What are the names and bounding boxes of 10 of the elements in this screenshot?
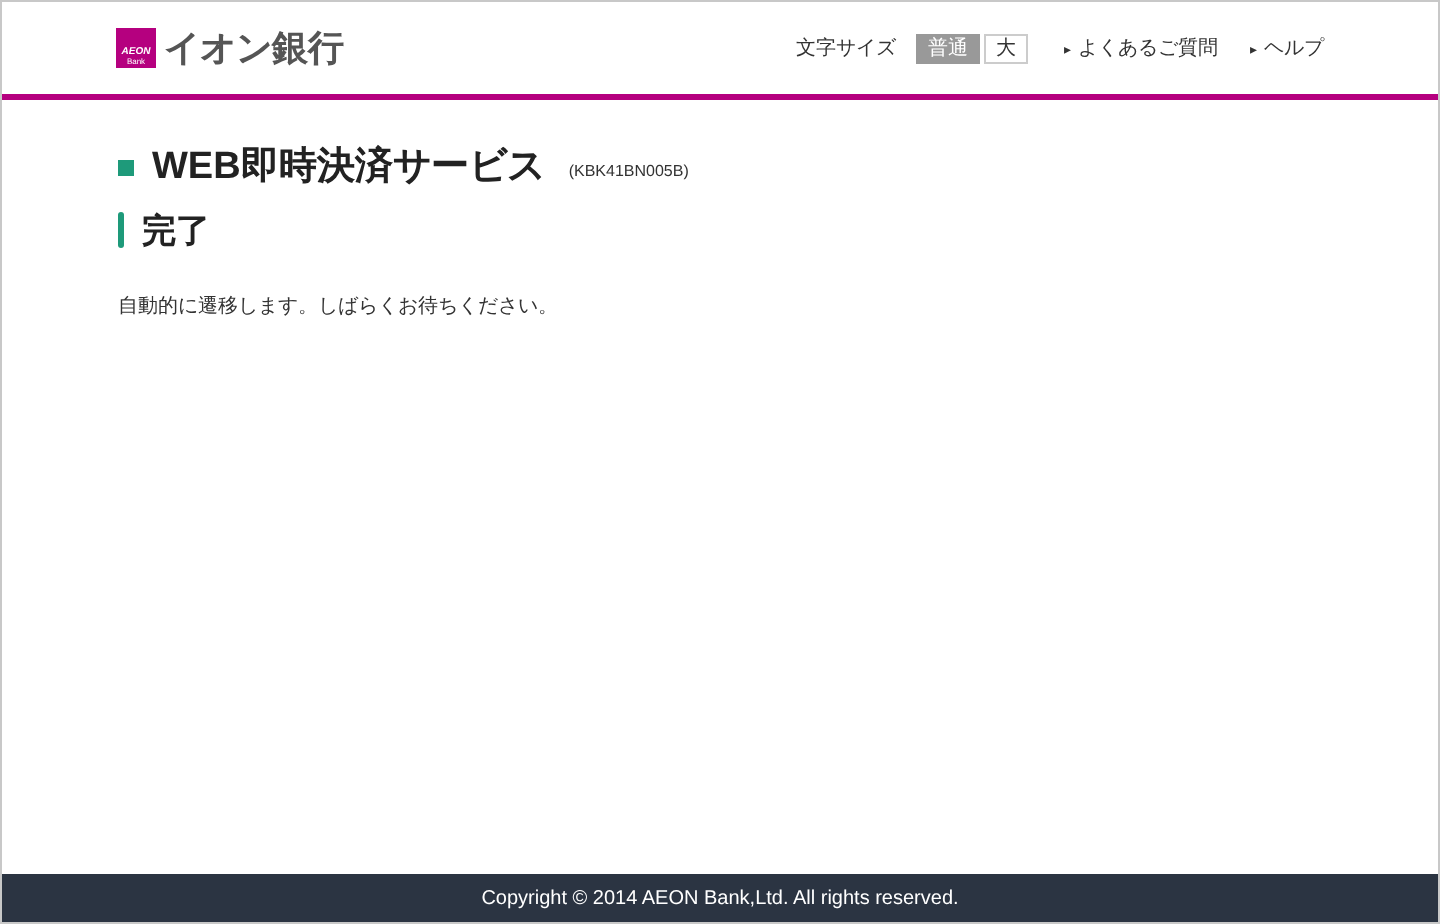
title-square-icon — [118, 160, 134, 177]
page-title: WEB即時決済サービス — [152, 143, 545, 192]
status-message: 自動的に遷移します。しばらくお待ちください。 — [118, 293, 560, 322]
screen-code: (KBK41BN005B) — [568, 160, 689, 185]
copyright: Copyright © 2014 AEON Bank,Ltd. All rights reserved. — [481, 885, 959, 913]
page-subtitle: 完了 — [142, 209, 210, 253]
font-size-option[interactable]: 大 — [984, 33, 1028, 63]
logo-text: イオン銀行 — [164, 25, 344, 71]
font-size-label: 文字サイズ — [796, 35, 896, 63]
subtitle-bar-icon — [118, 212, 124, 249]
